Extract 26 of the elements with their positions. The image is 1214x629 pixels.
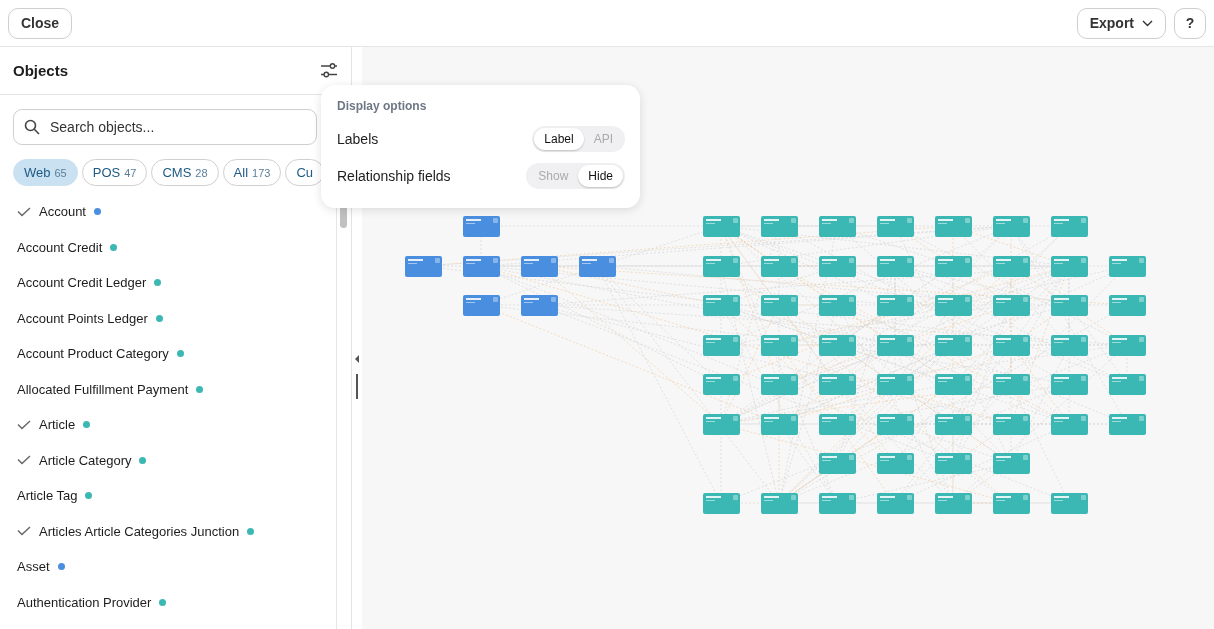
filter-chip[interactable]: Web 65	[13, 159, 78, 186]
popover-title: Display options	[337, 99, 428, 113]
object-list-item[interactable]: Asset	[0, 549, 336, 585]
filter-chip[interactable]: POS 47	[81, 159, 148, 186]
object-list-item[interactable]: Authentication Provider	[0, 584, 336, 620]
segment-option[interactable]: Label	[534, 128, 584, 150]
segment-option[interactable]: Hide	[578, 165, 623, 187]
object-list-item[interactable]: Article Tag	[0, 478, 336, 514]
object-list-item[interactable]: Account Points Ledger	[0, 300, 336, 336]
object-list-item[interactable]: Account	[0, 194, 336, 230]
search-field[interactable]: Search objects...	[13, 109, 317, 145]
object-list-item[interactable]: Article	[0, 407, 336, 443]
object-list-item[interactable]: Articles Article Categories Junction	[0, 513, 336, 549]
filter-chip[interactable]: CMS 28	[151, 159, 219, 186]
object-list-item[interactable]: Account Product Category	[0, 336, 336, 372]
option-label: Relationship fields	[337, 168, 451, 184]
object-list-item[interactable]: Article Category	[0, 442, 336, 478]
option-label: Labels	[337, 131, 379, 147]
help-button[interactable]: ?	[1174, 7, 1206, 39]
export-button[interactable]: Export	[1076, 7, 1166, 39]
object-list-item[interactable]: Account Credit Ledger	[0, 265, 336, 301]
filter-chip[interactable]: All 173	[222, 159, 282, 186]
object-list-item[interactable]: Allocated Fulfillment Payment	[0, 371, 336, 407]
object-list-item[interactable]: Account Credit	[0, 229, 336, 265]
close-button[interactable]: Close	[8, 7, 73, 39]
panel-title: Objects	[13, 62, 69, 79]
